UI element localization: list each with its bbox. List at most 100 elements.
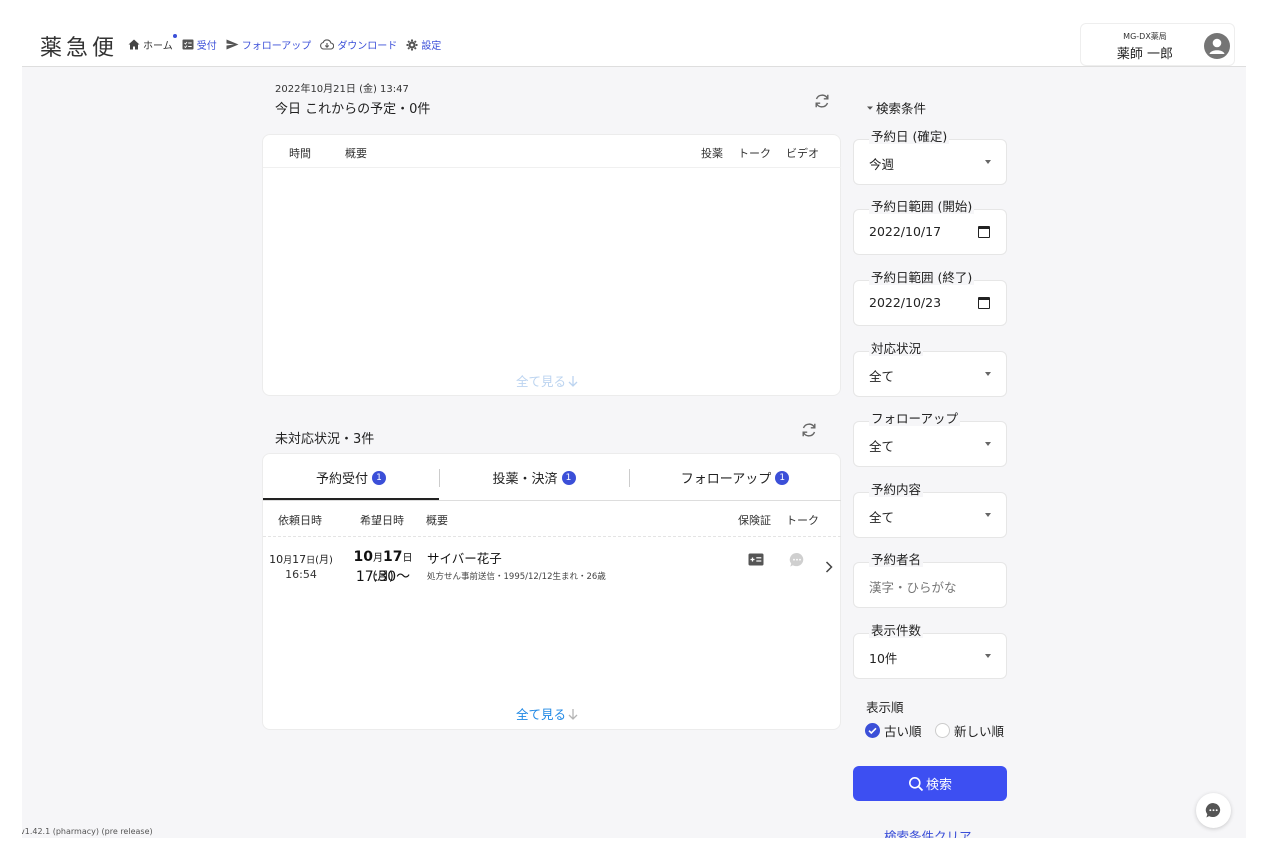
radio-label: 新しい順 xyxy=(954,724,1005,739)
current-datetime: 2022年10月21日 (金) 13:47 xyxy=(275,84,409,95)
field-label: 対応状況 xyxy=(869,341,924,356)
filter-title-label: 検索条件 xyxy=(876,101,927,116)
content-select[interactable]: 予約内容 全て xyxy=(853,483,1007,538)
pending-tabs: 予約受付 1 投薬・決済 1 フォローアップ 1 xyxy=(263,454,841,501)
name-search-input[interactable]: 予約者名 漢字・ひらがな xyxy=(853,553,1007,608)
patient-name: サイバー花子 xyxy=(427,551,502,566)
field-label: 表示件数 xyxy=(869,623,924,638)
range-end-date-input[interactable]: 予約日範囲 (終了) 2022/10/23 xyxy=(853,271,1007,326)
tab-label: 予約受付 xyxy=(315,472,368,487)
version-label: v1.42.1 (pharmacy) (pre release) xyxy=(22,827,153,836)
table-row[interactable]: 10月17日(月) 16:54 10月17日(月) 17:30〜 サイバー花子 … xyxy=(263,538,841,596)
field-value: 全て xyxy=(869,369,895,384)
followup-select[interactable]: フォローアップ 全て xyxy=(853,412,1007,467)
insurance-card-icon[interactable] xyxy=(748,553,764,566)
nav-item-reception[interactable]: 受付 xyxy=(182,37,217,52)
pharmacy-name: MG-DX薬局 xyxy=(1123,32,1167,41)
refresh-icon[interactable] xyxy=(800,421,818,439)
nav-label-home: ホーム xyxy=(143,41,173,52)
main-nav: ホーム 受付 フォローアップ ダウンロード 設定 xyxy=(128,34,450,52)
nav-label-download: ダウンロード xyxy=(337,41,398,52)
account-menu[interactable]: MG-DX薬局 薬師 一郎 xyxy=(1080,23,1235,66)
avatar[interactable] xyxy=(1204,33,1230,59)
field-label: 予約日範囲 (開始) xyxy=(869,199,975,214)
status-select[interactable]: 対応状況 全て xyxy=(853,342,1007,397)
nav-item-download[interactable]: ダウンロード xyxy=(320,37,397,52)
active-tab-indicator xyxy=(263,498,439,500)
header-divider xyxy=(263,167,841,168)
patient-detail: 処方せん事前送信・1995/12/12生まれ・26歳 xyxy=(427,572,606,582)
refresh-icon[interactable] xyxy=(813,92,831,110)
chevron-right-icon[interactable] xyxy=(825,561,833,573)
search-button-label: 検索 xyxy=(925,777,952,792)
see-all-pending-link[interactable]: 全て見る xyxy=(516,704,580,723)
caret-down-icon xyxy=(867,106,873,110)
field-label: 予約日範囲 (終了) xyxy=(869,270,975,285)
tab-reservation[interactable]: 予約受付 1 xyxy=(263,454,439,501)
header-divider xyxy=(263,536,841,537)
sort-order-label: 表示順 xyxy=(866,700,904,715)
field-value: 今週 xyxy=(869,157,895,172)
column-header-video: ビデオ xyxy=(786,147,819,160)
field-label: フォローアップ xyxy=(869,411,961,426)
dropdown-arrow-icon xyxy=(985,513,991,517)
tab-count-badge: 1 xyxy=(561,470,576,485)
see-all-schedule-link[interactable]: 全て見る xyxy=(516,371,580,390)
tab-followup[interactable]: フォローアップ 1 xyxy=(629,454,841,501)
column-header-talk: トーク xyxy=(738,147,771,160)
tab-count-badge: 1 xyxy=(372,470,386,485)
app-logo[interactable]: 薬急便 xyxy=(40,30,118,62)
send-icon xyxy=(226,39,239,50)
column-header-insurance: 保険証 xyxy=(738,514,771,527)
dropdown-arrow-icon xyxy=(985,654,991,658)
request-date: 10月17日(月) xyxy=(269,553,333,566)
field-label: 予約日 (確定) xyxy=(869,129,950,144)
sort-radio-newest[interactable]: 新しい順 xyxy=(935,721,1004,740)
schedule-title: 今日 これからの予定・0件 xyxy=(275,102,431,117)
nav-notification-dot xyxy=(172,34,177,38)
field-placeholder: 漢字・ひらがな xyxy=(869,580,957,595)
reception-icon xyxy=(182,39,194,50)
filter-panel-toggle[interactable]: 検索条件 xyxy=(864,98,926,117)
nav-item-settings[interactable]: 設定 xyxy=(406,37,441,52)
radio-checked-icon xyxy=(865,723,880,738)
chat-bubble-icon xyxy=(1205,803,1221,818)
user-name: 薬師 一郎 xyxy=(1116,47,1174,62)
column-header-summary: 概要 xyxy=(345,147,367,160)
count-select[interactable]: 表示件数 10件 xyxy=(853,624,1007,679)
pending-title: 未対応状況・3件 xyxy=(275,432,375,447)
field-value: 全て xyxy=(869,439,895,454)
person-icon xyxy=(1209,38,1225,54)
tab-medication-payment[interactable]: 投薬・決済 1 xyxy=(439,454,629,501)
column-header-time: 時間 xyxy=(289,147,311,160)
column-header-talk: トーク xyxy=(786,514,819,527)
range-start-date-input[interactable]: 予約日範囲 (開始) 2022/10/17 xyxy=(853,200,1007,255)
reservation-date-select[interactable]: 予約日 (確定) 今週 xyxy=(853,130,1007,185)
dropdown-arrow-icon xyxy=(985,372,991,376)
chat-support-button[interactable] xyxy=(1196,793,1231,828)
nav-item-home[interactable]: ホーム xyxy=(128,34,177,52)
field-label: 予約内容 xyxy=(869,482,924,497)
arrow-down-icon xyxy=(568,375,578,387)
column-header-summary: 概要 xyxy=(426,514,448,527)
app-window: 薬急便 ホーム 受付 フォローアップ ダウンロード 設定 MG-DX薬局 薬師 … xyxy=(22,22,1246,838)
arrow-down-icon xyxy=(568,708,578,720)
nav-item-followup[interactable]: フォローアップ xyxy=(226,37,312,52)
clear-filters-link[interactable]: 検索条件クリア xyxy=(884,826,972,838)
tab-label: フォローアップ xyxy=(680,472,772,487)
nav-label-followup: フォローアップ xyxy=(241,41,312,52)
dropdown-arrow-icon xyxy=(985,442,991,446)
nav-label-reception: 受付 xyxy=(196,41,217,52)
chat-bubble-icon[interactable] xyxy=(789,552,805,568)
top-header: 薬急便 ホーム 受付 フォローアップ ダウンロード 設定 MG-DX薬局 薬師 … xyxy=(22,22,1246,67)
field-value: 2022/10/17 xyxy=(869,224,942,239)
search-button[interactable]: 検索 xyxy=(853,766,1007,801)
calendar-icon[interactable] xyxy=(978,226,990,238)
sort-radio-oldest[interactable]: 古い順 xyxy=(865,721,922,740)
dropdown-arrow-icon xyxy=(985,160,991,164)
schedule-table: 時間 概要 投薬 トーク ビデオ 全て見る xyxy=(262,134,841,396)
pending-panel: 予約受付 1 投薬・決済 1 フォローアップ 1 依頼日時 希望日時 概要 保険… xyxy=(262,453,841,730)
nav-label-settings: 設定 xyxy=(421,41,442,52)
calendar-icon[interactable] xyxy=(978,297,990,309)
field-value: 10件 xyxy=(869,651,898,666)
